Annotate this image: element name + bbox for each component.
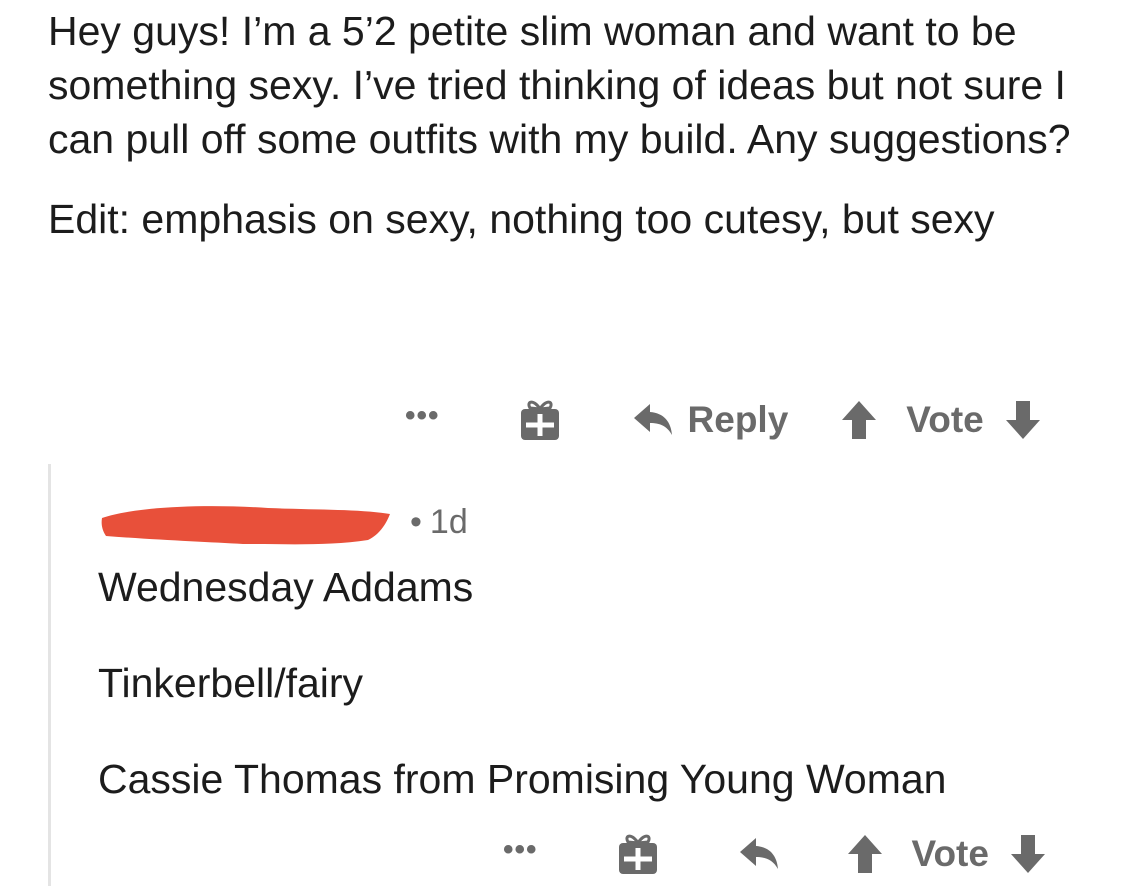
comment-action-bar: ••• Vote (503, 826, 1047, 882)
reply-icon[interactable] (632, 401, 676, 439)
more-options-button[interactable]: ••• (405, 401, 440, 431)
thread-line[interactable] (48, 464, 51, 886)
gift-icon[interactable] (616, 831, 660, 877)
comment-age: 1d (429, 502, 468, 541)
post-action-bar: ••• Reply Vote (405, 392, 1042, 448)
downvote-icon[interactable] (1004, 399, 1042, 441)
post-body: Hey guys! I’m a 5’2 petite slim woman an… (48, 4, 1088, 272)
comment-line: Wednesday Addams (98, 564, 474, 610)
vote-count: Vote (906, 399, 984, 440)
more-options-button[interactable]: ••• (503, 835, 538, 865)
reply-icon[interactable] (738, 835, 782, 873)
upvote-icon[interactable] (846, 833, 884, 875)
post-edit-paragraph: Edit: emphasis on sexy, nothing too cute… (48, 196, 995, 242)
upvote-icon[interactable] (840, 399, 878, 441)
comment-meta: • 1d (98, 498, 468, 546)
comment-line: Tinkerbell/fairy (98, 660, 364, 706)
comment-body: Wednesday Addams Tinkerbell/fairy Cassie… (98, 560, 1098, 848)
downvote-icon[interactable] (1009, 833, 1047, 875)
meta-separator: • (410, 502, 422, 541)
gift-icon[interactable] (518, 397, 562, 443)
post-paragraph: Hey guys! I’m a 5’2 petite slim woman an… (48, 8, 1071, 162)
vote-count: Vote (911, 833, 989, 874)
reply-button[interactable]: Reply (688, 399, 789, 441)
comment-line: Cassie Thomas from Promising Young Woman (98, 756, 947, 802)
redacted-username[interactable] (98, 500, 398, 545)
